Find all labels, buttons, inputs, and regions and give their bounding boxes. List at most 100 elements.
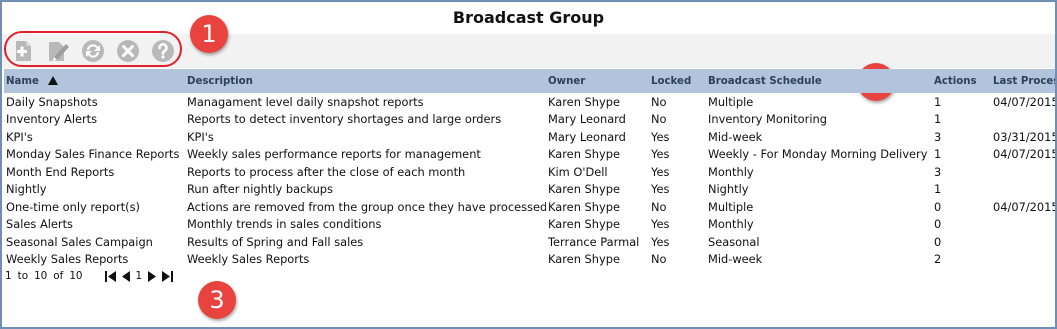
table-row[interactable]: Monday Sales Finance Reports Weekly sales… <box>4 146 1055 164</box>
table-row[interactable]: KPI's KPI's Mary Leonard Yes Mid-week 3 03/31/… <box>4 128 1057 146</box>
cell-actions: 0 <box>934 234 942 249</box>
cell-locked: Yes <box>651 147 670 162</box>
cell-owner: Karen Shype <box>548 147 620 162</box>
cell-schedule: Mid-week <box>708 129 763 144</box>
current-page-number: 1 <box>135 270 143 282</box>
table-row[interactable]: Nightly Run after nightly backups Karen Sh… <box>4 181 1055 199</box>
cell-schedule: Mid-week <box>708 252 763 267</box>
column-header-owner[interactable]: Owner <box>546 69 649 93</box>
first-page-button[interactable] <box>104 270 116 282</box>
column-header-actions[interactable]: Actions <box>932 69 991 93</box>
table-row[interactable]: Month End Reports Reports to process afte… <box>4 163 1055 181</box>
table-row[interactable]: Inventory Alerts Reports to detect invent… <box>4 111 1055 129</box>
column-header-description[interactable]: Description <box>185 69 546 93</box>
cell-name: Daily Snapshots <box>6 94 98 109</box>
cell-last-processed <box>991 111 1055 129</box>
cell-actions: 2 <box>934 252 942 267</box>
broadcast-group-table: Name Description Owner Locked Broadcast … <box>4 69 1057 269</box>
cell-description: KPI's <box>187 129 214 144</box>
cell-schedule: Seasonal <box>708 234 760 249</box>
cell-locked: No <box>651 94 667 109</box>
cell-schedule: Inventory Monitoring <box>708 112 827 127</box>
cell-schedule: Nightly <box>708 182 749 197</box>
add-button[interactable] <box>11 39 35 63</box>
next-page-button[interactable] <box>148 270 157 282</box>
cell-owner: Mary Leonard <box>548 112 626 127</box>
cell-name: Monday Sales Finance Reports <box>6 147 180 162</box>
pagination: 1 to 10 of 10 1 <box>5 270 179 282</box>
cell-owner: Karen Shype <box>548 252 620 267</box>
help-icon <box>152 40 174 62</box>
cell-last-processed <box>991 216 1055 234</box>
cell-schedule: Monthly <box>708 217 754 232</box>
cell-owner: Mary Leonard <box>548 129 626 144</box>
cell-locked: Yes <box>651 182 670 197</box>
cell-description: Weekly Sales Reports <box>187 252 310 267</box>
cell-owner: Karen Shype <box>548 94 620 109</box>
edit-icon <box>49 42 69 61</box>
callout-marker-3: 3 <box>198 281 236 319</box>
refresh-button[interactable] <box>81 39 105 63</box>
cell-locked: Yes <box>651 217 670 232</box>
window-frame: Broadcast Group 1 2 3 Name Description O… <box>0 0 1057 329</box>
previous-page-icon <box>121 270 130 282</box>
cell-actions: 1 <box>934 147 942 162</box>
cell-last-processed: 03/31/2015 <box>993 129 1057 144</box>
cell-locked: No <box>651 252 667 267</box>
cell-schedule: Multiple <box>708 94 754 109</box>
first-page-icon <box>104 270 116 282</box>
cell-name: Month End Reports <box>6 164 115 179</box>
cell-last-processed: 04/07/2015 <box>993 199 1057 214</box>
callout-marker-1: 1 <box>190 15 228 53</box>
cell-locked: Yes <box>651 234 670 249</box>
cell-name: Nightly <box>6 182 47 197</box>
column-header-last-processed[interactable]: Last Proces <box>991 69 1055 93</box>
table-header-row: Name Description Owner Locked Broadcast … <box>4 69 1055 93</box>
delete-button[interactable] <box>116 39 140 63</box>
cell-description: Reports to process after the close of ea… <box>187 164 466 179</box>
table-row[interactable]: Seasonal Sales Campaign Results of Spring… <box>4 233 1055 251</box>
cell-locked: No <box>651 199 667 214</box>
cell-name: Sales Alerts <box>6 217 73 232</box>
edit-button[interactable] <box>46 39 70 63</box>
cell-description: Weekly sales performance reports for man… <box>187 147 481 162</box>
cell-schedule: Monthly <box>708 164 754 179</box>
cell-actions: 1 <box>934 112 942 127</box>
pager-to: 10 <box>34 270 48 282</box>
pager-from: 1 <box>5 270 12 282</box>
cell-owner: Kim O'Dell <box>548 164 608 179</box>
cell-description: Managament level daily snapshot reports <box>187 94 424 109</box>
refresh-icon <box>82 40 104 62</box>
column-header-locked[interactable]: Locked <box>649 69 706 93</box>
cell-name: Inventory Alerts <box>6 112 98 127</box>
column-header-name[interactable]: Name <box>4 69 185 93</box>
table-row[interactable]: Daily Snapshots Managament level daily sn… <box>4 93 1055 111</box>
pager-total: 10 <box>69 270 83 282</box>
help-button[interactable] <box>151 39 175 63</box>
cell-actions: 1 <box>934 94 942 109</box>
cell-name: Weekly Sales Reports <box>6 252 129 267</box>
cell-last-processed <box>991 163 1055 181</box>
cell-description: Run after nightly backups <box>187 182 333 197</box>
previous-page-button[interactable] <box>121 270 130 282</box>
table-row[interactable]: Sales Alerts Monthly trends in sales cond… <box>4 216 1055 234</box>
add-icon <box>16 41 31 61</box>
last-page-button[interactable] <box>162 270 174 282</box>
pager-to-label: to <box>17 270 29 282</box>
table-row[interactable]: Weekly Sales Reports Weekly Sales Reports… <box>4 251 1055 269</box>
sort-ascending-icon <box>47 75 58 85</box>
last-page-icon <box>162 270 174 282</box>
cell-locked: Yes <box>651 164 670 179</box>
pager-of-label: of <box>53 270 64 282</box>
column-header-broadcast-schedule[interactable]: Broadcast Schedule <box>706 69 932 93</box>
cell-name: KPI's <box>6 129 33 144</box>
cell-owner: Karen Shype <box>548 182 620 197</box>
cell-actions: 0 <box>934 217 942 232</box>
cell-locked: Yes <box>651 129 670 144</box>
cell-description: Results of Spring and Fall sales <box>187 234 364 249</box>
cell-description: Monthly trends in sales conditions <box>187 217 382 232</box>
table-row[interactable]: One-time only report(s) Actions are remov… <box>4 198 1057 216</box>
cell-owner: Terrance Parmal <box>548 234 640 249</box>
cell-name: One-time only report(s) <box>6 199 140 214</box>
cell-actions: 0 <box>934 199 942 214</box>
